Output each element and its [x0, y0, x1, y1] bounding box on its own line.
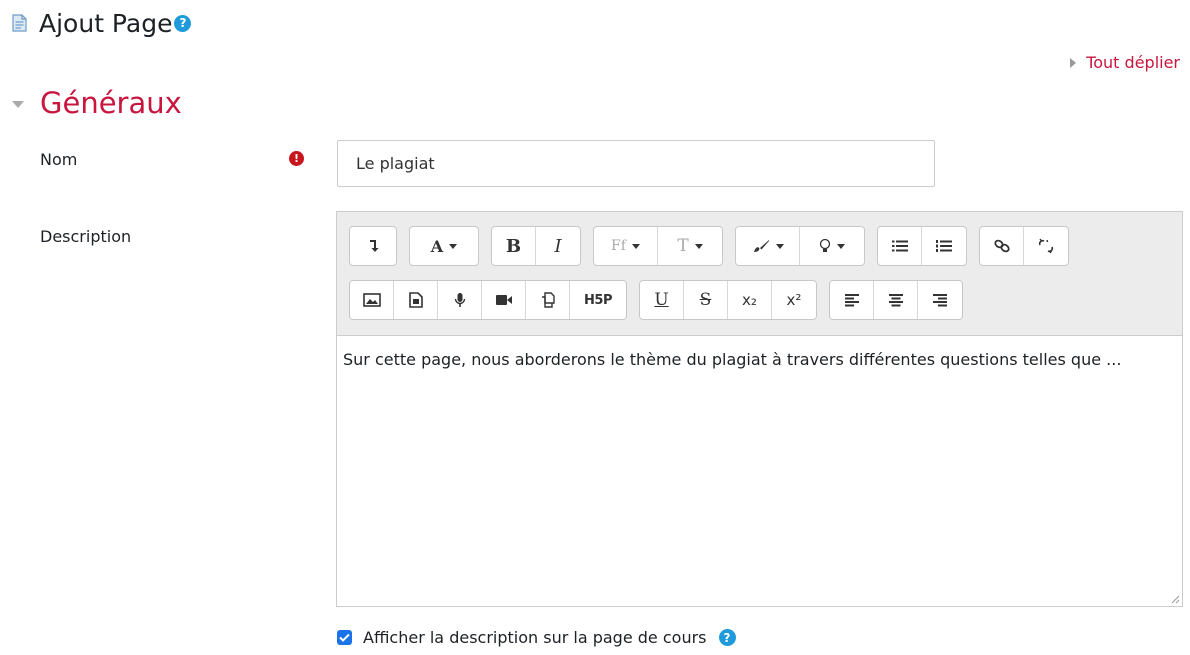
checkmark-icon — [339, 633, 350, 642]
image-button[interactable] — [350, 281, 394, 319]
align-center-icon — [888, 294, 903, 307]
bulb-icon — [819, 238, 831, 252]
toolbar-group-color — [735, 226, 865, 266]
unlink-button[interactable] — [1024, 227, 1068, 265]
subscript-button[interactable]: x₂ — [728, 281, 772, 319]
caret-down-icon — [631, 243, 640, 249]
help-icon[interactable]: ? — [174, 14, 192, 32]
page-icon — [12, 12, 30, 34]
toolbar-group-align — [829, 280, 963, 320]
link-button[interactable] — [980, 227, 1024, 265]
toolbar-row-2: H5P U S x₂ x² — [349, 280, 975, 320]
resize-grip-icon[interactable] — [1170, 594, 1180, 604]
copy-icon — [541, 292, 555, 308]
bold-button[interactable]: B — [492, 227, 536, 265]
toolbar-group-format: B I — [491, 226, 581, 266]
triangle-right-icon — [1070, 57, 1077, 68]
name-label: Nom — [40, 150, 78, 169]
toolbar-group-lists — [877, 226, 967, 266]
show-description-checkbox[interactable] — [337, 630, 352, 645]
align-right-icon — [933, 294, 947, 307]
style-dropdown[interactable]: A — [410, 227, 478, 265]
video-record-button[interactable] — [482, 281, 526, 319]
expand-all-label[interactable]: Tout déplier — [1086, 53, 1180, 72]
ordered-list-button[interactable] — [922, 227, 966, 265]
align-right-button[interactable] — [918, 281, 962, 319]
caret-down-icon — [837, 243, 845, 249]
italic-button[interactable]: I — [536, 227, 580, 265]
show-description-row: Afficher la description sur la page de c… — [337, 628, 736, 647]
description-text: Sur cette page, nous aborderons le thème… — [343, 350, 1122, 369]
toolbar-group-style: A — [409, 226, 479, 266]
toolbar-row-1: A B I Ff T — [349, 226, 1081, 266]
align-center-button[interactable] — [874, 281, 918, 319]
h5p-button[interactable]: H5P — [570, 281, 626, 319]
page-title: Ajout Page — [39, 8, 173, 38]
description-label: Description — [40, 227, 132, 246]
description-content[interactable]: Sur cette page, nous aborderons le thème… — [337, 335, 1182, 606]
text-color-dropdown[interactable] — [736, 227, 800, 265]
underline-button[interactable]: U — [640, 281, 684, 319]
page-header: Ajout Page ? — [12, 8, 192, 38]
required-icon: ! — [289, 151, 304, 166]
show-description-label[interactable]: Afficher la description sur la page de c… — [363, 628, 707, 647]
manage-files-button[interactable] — [526, 281, 570, 319]
background-color-dropdown[interactable] — [800, 227, 864, 265]
link-icon — [993, 239, 1010, 253]
image-icon — [362, 293, 381, 307]
align-left-icon — [844, 294, 859, 307]
caret-down-icon — [775, 243, 784, 249]
toolbar-group-text: U S x₂ x² — [639, 280, 817, 320]
toolbar-group-links — [979, 226, 1069, 266]
superscript-button[interactable]: x² — [772, 281, 816, 319]
audio-record-button[interactable] — [438, 281, 482, 319]
section-header-general[interactable]: Généraux — [12, 86, 182, 120]
description-editor: A B I Ff T H5P U S x₂ x² Sur cette page,… — [336, 211, 1183, 607]
unordered-list-icon — [891, 240, 908, 252]
media-icon — [408, 292, 423, 308]
expand-all-link[interactable]: Tout déplier — [1070, 53, 1180, 72]
font-family-dropdown[interactable]: Ff — [594, 227, 658, 265]
caret-down-icon — [449, 243, 458, 249]
unlink-icon — [1038, 238, 1054, 254]
name-input[interactable] — [337, 140, 935, 187]
toolbar-group-collapse — [349, 226, 397, 266]
collapse-icon — [370, 240, 379, 252]
strikethrough-button[interactable]: S — [684, 281, 728, 319]
brush-icon — [753, 240, 769, 252]
microphone-icon — [454, 293, 465, 307]
toolbar-group-insert: H5P — [349, 280, 627, 320]
section-title[interactable]: Généraux — [40, 86, 182, 120]
align-left-button[interactable] — [830, 281, 874, 319]
video-camera-icon — [495, 295, 512, 305]
toolbar-group-font: Ff T — [593, 226, 723, 266]
font-size-dropdown[interactable]: T — [658, 227, 722, 265]
unordered-list-button[interactable] — [878, 227, 922, 265]
media-button[interactable] — [394, 281, 438, 319]
caret-down-icon — [694, 243, 703, 249]
caret-down-icon[interactable] — [12, 100, 24, 108]
ordered-list-icon — [936, 240, 952, 252]
help-icon[interactable]: ? — [718, 629, 736, 646]
collapse-button[interactable] — [350, 227, 396, 265]
